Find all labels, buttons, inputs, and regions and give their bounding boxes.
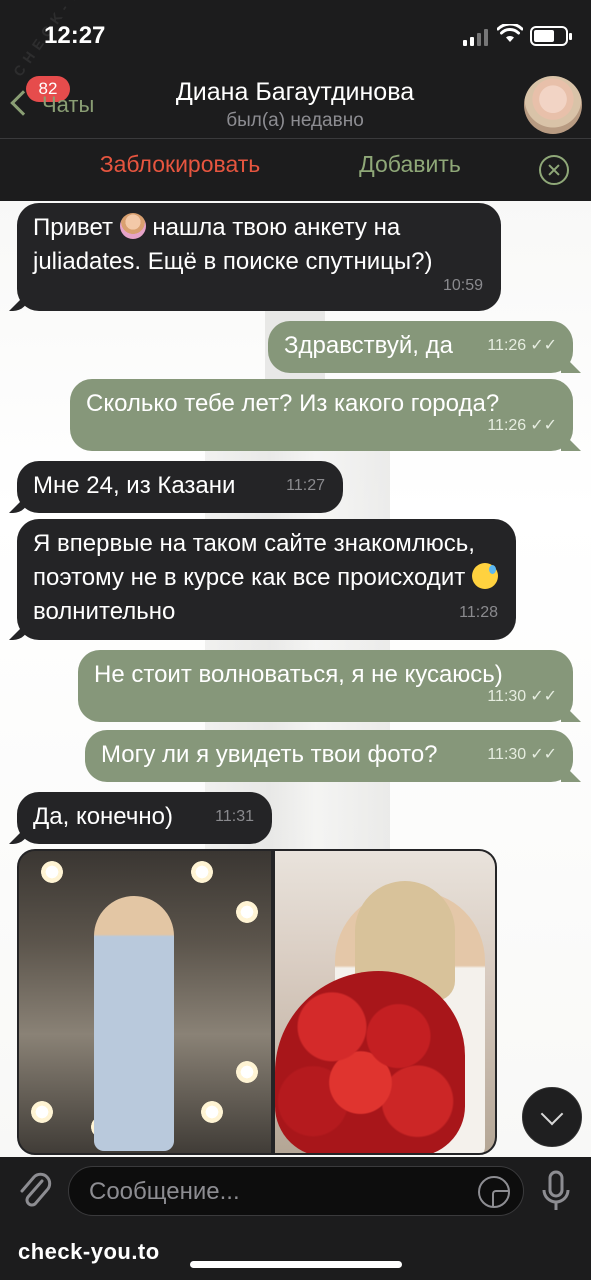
message-time: 11:31 [215,808,254,825]
input-bar: Сообщение... check-you.to [0,1157,591,1280]
message-time: 11:27 [286,477,325,494]
message-time: 11:26 [487,337,527,354]
contact-name[interactable]: Диана Багаутдинова [120,78,470,107]
contact-status: был(а) недавно [226,110,364,131]
home-indicator [190,1261,402,1268]
message-text: Я впервые на таком сайте знакомлюсь, поэ… [33,530,475,591]
signal-icon [463,28,488,46]
message-time: 11:26 [487,417,527,434]
site-watermark-label: check-you.to [18,1239,160,1264]
message-meta: 11:30 ✓✓ [487,738,557,772]
double-check-icon: ✓✓ [530,337,557,354]
status-time: 12:27 [44,22,106,49]
message-bubble[interactable]: Я впервые на таком сайте знакомлюсь, поэ… [9,519,516,640]
sticker-icon[interactable] [478,1176,510,1208]
emoji-woman-icon [119,213,146,239]
message-meta: 11:26 ✓✓ [487,329,557,363]
person-figure [94,896,174,1151]
status-bar: 12:27 [0,0,591,70]
photo-album [17,849,497,1155]
message-bubble[interactable]: Привет нашла твою анкету на juliadates. … [9,203,501,311]
message-text: Не стоит волноваться, я не кусаюсь) [94,661,503,688]
photo-with-roses[interactable] [275,851,495,1153]
message-meta: 11:26 ✓✓ [487,409,557,443]
message-bubble[interactable]: Мне 24, из Казани 11:27 [9,461,343,513]
message-time: 11:30 [487,688,527,705]
message-time: 11:30 [487,746,527,763]
input-placeholder: Сообщение... [89,1178,240,1205]
roses-bouquet [275,971,465,1153]
message-time: 10:59 [442,277,483,294]
battery-icon [530,26,572,46]
avatar[interactable] [524,76,582,134]
message-text: Сколько тебе лет? Из какого города? [86,390,500,417]
message-text: Здравствуй, да [284,332,453,359]
message-bubble[interactable]: Сколько тебе лет? Из какого города? 11:2… [70,379,581,451]
emoji-sweat-smile-icon [471,563,498,589]
message-bubble[interactable]: Могу ли я увидеть твои фото? 11:30 ✓✓ [85,730,581,782]
attach-icon[interactable] [16,1169,52,1213]
mic-icon[interactable] [540,1169,572,1213]
double-check-icon: ✓✓ [530,417,557,434]
chat-header: 12:27 82 Чаты Диана Багаутдинова был(а) … [0,0,591,201]
message-text: Да, конечно) [33,803,173,830]
action-bar: Заблокировать Добавить [0,139,591,201]
message-bubble[interactable]: Здравствуй, да 11:26 ✓✓ [268,321,581,373]
close-icon[interactable] [539,155,569,185]
message-text: волнительно [33,598,176,625]
message-text: Привет [33,214,114,241]
wifi-icon [497,24,523,42]
add-contact-button[interactable]: Добавить [320,151,500,178]
message-time: 11:28 [459,604,498,621]
double-check-icon: ✓✓ [530,746,557,763]
double-check-icon: ✓✓ [530,688,557,705]
message-bubble[interactable]: Не стоит волноваться, я не кусаюсь) 11:3… [78,650,581,722]
message-bubble[interactable]: Да, конечно) 11:31 [9,792,272,844]
scroll-down-icon[interactable] [522,1087,582,1147]
message-text: Могу ли я увидеть твои фото? [101,741,438,768]
back-button[interactable]: 82 Чаты [8,76,118,126]
back-label: Чаты [42,92,95,117]
message-text: Мне 24, из Казани [33,472,236,499]
block-button[interactable]: Заблокировать [50,151,310,178]
message-input[interactable]: Сообщение... [68,1166,524,1216]
message-meta: 11:30 ✓✓ [487,680,557,714]
photo-mirror-selfie[interactable] [19,851,271,1153]
